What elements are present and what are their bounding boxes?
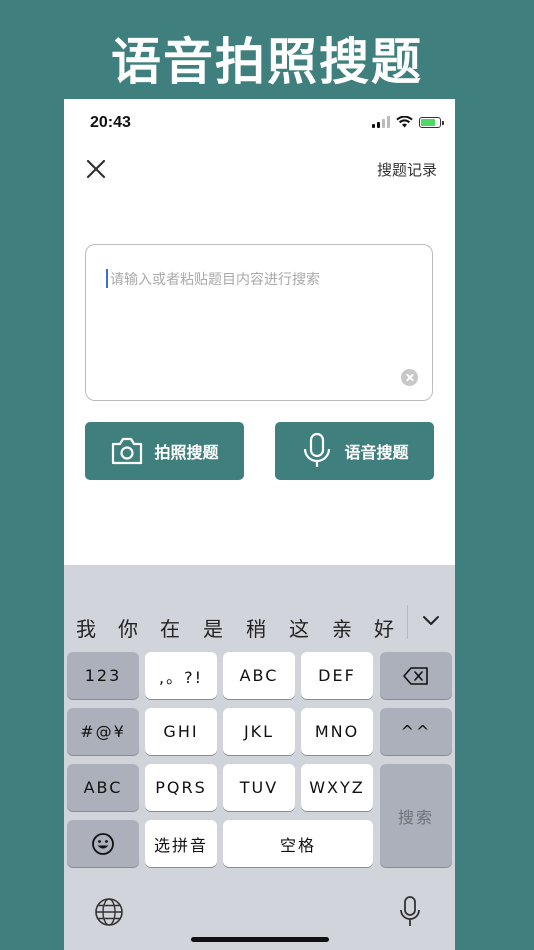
candidate-word[interactable]: 亲 bbox=[332, 613, 352, 642]
close-icon[interactable] bbox=[84, 157, 108, 181]
backspace-key[interactable] bbox=[380, 652, 452, 699]
photo-search-label: 拍照搜题 bbox=[154, 443, 219, 462]
search-key[interactable]: 搜索 bbox=[380, 764, 452, 867]
key-symbols[interactable]: #@¥ bbox=[67, 708, 139, 755]
battery-icon bbox=[419, 116, 444, 128]
emoji-key[interactable] bbox=[67, 820, 139, 867]
search-history-link[interactable]: 搜题记录 bbox=[377, 159, 437, 180]
candidate-word[interactable]: 这 bbox=[289, 613, 309, 642]
key-ghi[interactable]: GHI bbox=[145, 708, 217, 755]
key-abc-mode[interactable]: ABC bbox=[67, 764, 139, 811]
home-indicator bbox=[191, 937, 329, 942]
candidate-word[interactable]: 在 bbox=[160, 613, 180, 642]
key-punctuation[interactable]: ,。?! bbox=[145, 652, 217, 699]
candidate-bar: 我 你 在 是 稍 这 亲 好 bbox=[64, 565, 455, 641]
wifi-icon bbox=[396, 116, 413, 128]
candidate-divider bbox=[407, 605, 408, 639]
text-cursor bbox=[106, 269, 108, 288]
key-wxyz[interactable]: WXYZ bbox=[301, 764, 373, 811]
status-bar: 20:43 bbox=[64, 99, 455, 147]
microphone-icon bbox=[304, 432, 331, 467]
cellular-signal-icon bbox=[372, 116, 390, 128]
status-icons bbox=[372, 116, 444, 128]
clear-icon[interactable] bbox=[401, 369, 418, 386]
search-input[interactable]: 请输入或者粘贴题目内容进行搜索 bbox=[85, 244, 433, 401]
space-key[interactable]: 空格 bbox=[223, 820, 373, 867]
status-time: 20:43 bbox=[90, 114, 131, 131]
key-def[interactable]: DEF bbox=[301, 652, 373, 699]
key-tuv[interactable]: TUV bbox=[223, 764, 295, 811]
candidate-word[interactable]: 稍 bbox=[246, 613, 266, 642]
backspace-icon bbox=[403, 666, 428, 685]
key-abc[interactable]: ABC bbox=[223, 652, 295, 699]
key-emoticon[interactable]: ^^ bbox=[380, 708, 452, 755]
candidate-word[interactable]: 是 bbox=[203, 613, 223, 642]
keyboard: 我 你 在 是 稍 这 亲 好 123 ,。?! ABC DEF #@¥ GHI bbox=[64, 565, 455, 950]
keyboard-mic-icon[interactable] bbox=[399, 895, 421, 929]
voice-search-button[interactable]: 语音搜题 bbox=[275, 422, 434, 480]
emoji-icon bbox=[92, 832, 114, 855]
key-select-pinyin[interactable]: 选拼音 bbox=[145, 820, 217, 867]
key-mno[interactable]: MNO bbox=[301, 708, 373, 755]
candidate-word[interactable]: 你 bbox=[118, 613, 138, 642]
chevron-down-icon[interactable] bbox=[420, 611, 442, 629]
key-pqrs[interactable]: PQRS bbox=[145, 764, 217, 811]
camera-icon bbox=[112, 437, 143, 465]
candidate-word[interactable]: 我 bbox=[76, 613, 96, 642]
photo-search-button[interactable]: 拍照搜题 bbox=[85, 422, 244, 480]
phone-screen: 20:43 搜题记录 请输入或者粘贴题目内容进行搜索 拍照搜题 语音搜题 我 你… bbox=[64, 99, 455, 950]
voice-search-label: 语音搜题 bbox=[344, 443, 409, 462]
key-jkl[interactable]: JKL bbox=[223, 708, 295, 755]
promo-title: 语音拍照搜题 bbox=[111, 33, 423, 91]
search-placeholder: 请输入或者粘贴题目内容进行搜索 bbox=[110, 272, 320, 288]
candidate-word[interactable]: 好 bbox=[374, 613, 394, 642]
key-numbers[interactable]: 123 bbox=[67, 652, 139, 699]
globe-icon[interactable] bbox=[94, 897, 124, 927]
